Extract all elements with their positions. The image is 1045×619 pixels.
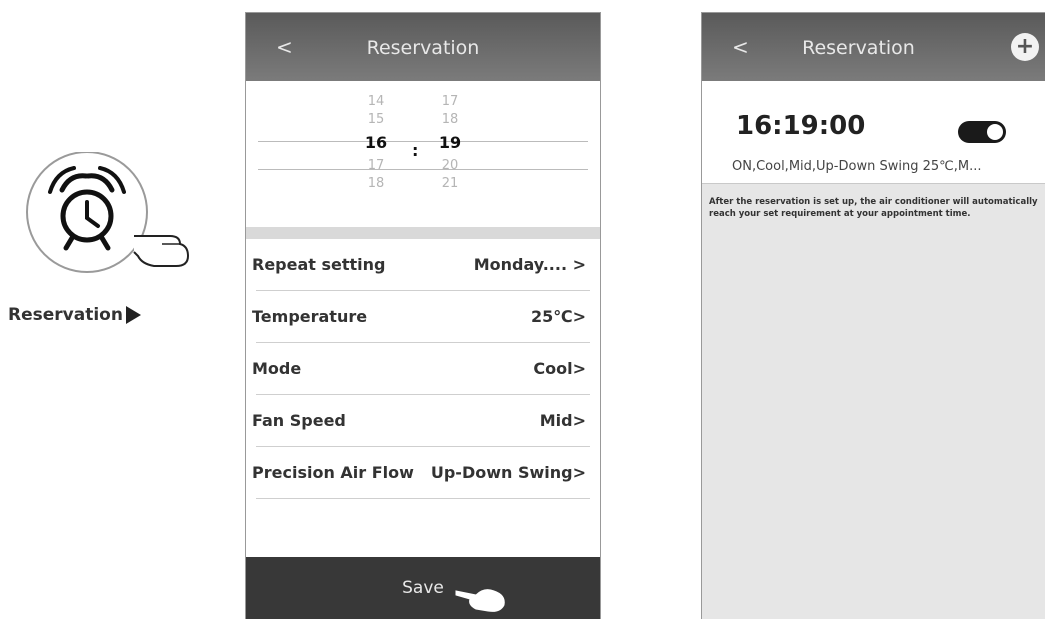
setting-temperature[interactable]: Temperature 25℃> (252, 291, 590, 343)
setting-air-flow[interactable]: Precision Air Flow Up-Down Swing> (252, 447, 590, 499)
hour-option[interactable]: 15 (356, 111, 396, 129)
header-bar: < Reservation + (702, 13, 1045, 81)
minute-option[interactable]: 21 (430, 175, 470, 193)
reservation-item[interactable]: 16:19:00 ON,Cool,Mid,Up-Down Swing 25℃,M… (702, 81, 1045, 184)
pointing-hand-icon (133, 235, 190, 267)
setting-label: Temperature (252, 307, 368, 326)
setting-label: Fan Speed (252, 411, 346, 430)
setting-value: Mid> (539, 411, 586, 430)
plus-icon[interactable]: + (1011, 33, 1039, 61)
settings-list: Repeat setting Monday.... > Temperature … (246, 239, 600, 499)
reservation-setup-screen: < Reservation 14 15 16 17 18 : 17 18 19 … (245, 12, 601, 619)
time-separator: : (412, 141, 419, 160)
setting-label: Repeat setting (252, 255, 386, 274)
setting-mode[interactable]: Mode Cool> (252, 343, 590, 395)
info-note: After the reservation is set up, the air… (709, 197, 1038, 219)
minute-option[interactable]: 20 (430, 157, 470, 175)
setting-fan-speed[interactable]: Fan Speed Mid> (252, 395, 590, 447)
minute-selected[interactable]: 19 (430, 129, 470, 157)
setting-repeat[interactable]: Repeat setting Monday.... > (252, 239, 590, 291)
header-bar: < Reservation (246, 13, 600, 81)
play-triangle-icon (125, 306, 141, 324)
hour-wheel[interactable]: 14 15 16 17 18 (356, 93, 396, 193)
reservation-time: 16:19:00 (736, 111, 866, 141)
minute-wheel[interactable]: 17 18 19 20 21 (430, 93, 470, 193)
minute-option[interactable]: 17 (430, 93, 470, 111)
reservation-alarm-button[interactable] (22, 151, 202, 292)
hour-selected[interactable]: 16 (356, 129, 396, 157)
setting-value: Cool> (533, 359, 586, 378)
setting-label: Mode (252, 359, 302, 378)
toggle-switch-icon[interactable] (958, 121, 1006, 143)
reservation-summary: ON,Cool,Mid,Up-Down Swing 25℃,M... (732, 159, 982, 174)
setting-value: 25℃> (530, 307, 586, 326)
reservation-list-screen: < Reservation + 16:19:00 ON,Cool,Mid,Up-… (701, 12, 1045, 619)
section-divider (246, 227, 600, 239)
setting-label: Precision Air Flow (252, 463, 414, 482)
page-title: Reservation (802, 37, 915, 59)
pointing-hand-icon (455, 589, 505, 612)
save-button[interactable]: Save (246, 557, 600, 619)
reservation-caption: Reservation (8, 305, 141, 325)
hour-option[interactable]: 17 (356, 157, 396, 175)
page-title: Reservation (366, 37, 480, 59)
hour-option[interactable]: 18 (356, 175, 396, 193)
setting-value: Monday.... > (473, 255, 586, 274)
hour-option[interactable]: 14 (356, 93, 396, 111)
save-label: Save (402, 578, 444, 598)
time-picker[interactable]: 14 15 16 17 18 : 17 18 19 20 21 (246, 81, 600, 239)
minute-option[interactable]: 18 (430, 111, 470, 129)
alarm-clock-icon (26, 151, 190, 273)
setting-value: Up-Down Swing> (430, 463, 586, 482)
